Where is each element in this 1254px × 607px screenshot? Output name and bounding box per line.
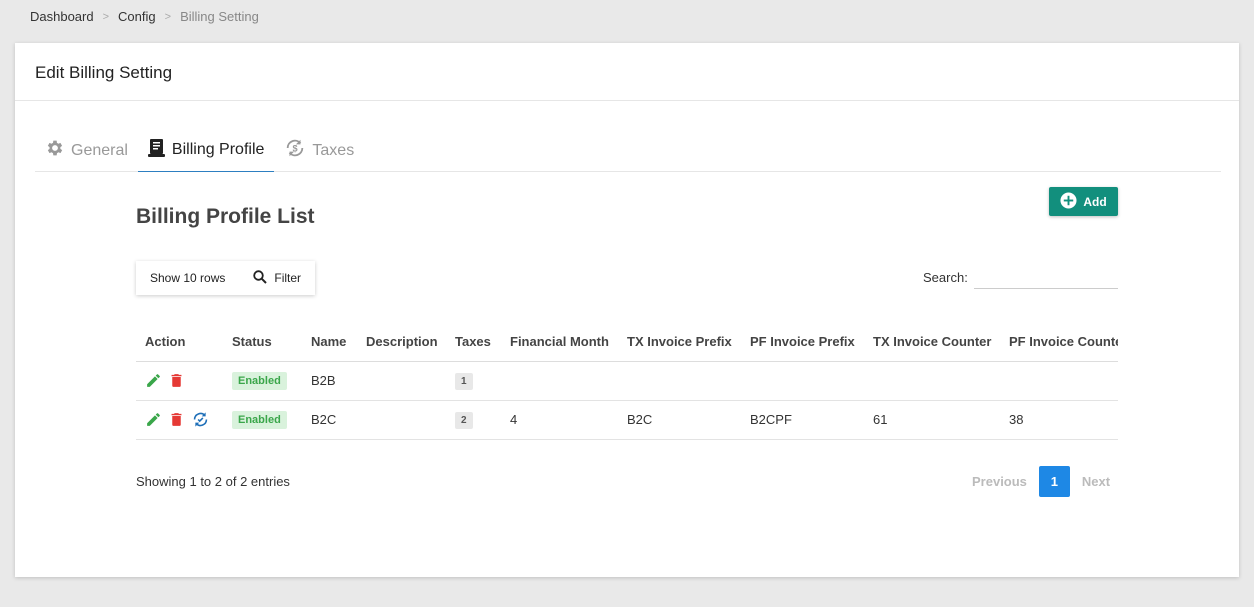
pf-counter-cell: [1000, 361, 1118, 401]
status-cell: Enabled: [223, 400, 302, 440]
tx-prefix-cell: [618, 361, 741, 401]
tx-counter-cell: 61: [864, 400, 1000, 440]
plus-circle-icon: [1060, 191, 1083, 212]
svg-text:$: $: [293, 144, 298, 154]
previous-page-button[interactable]: Previous: [962, 474, 1037, 489]
tab-bar: General Billing Profile $ Taxes: [35, 129, 1221, 172]
column-header[interactable]: TX Invoice Counter: [864, 323, 1000, 362]
next-page-button[interactable]: Next: [1072, 474, 1120, 489]
description-cell: [357, 361, 446, 401]
tab-taxes[interactable]: $ Taxes: [274, 129, 364, 172]
taxes-count-badge: 2: [455, 411, 473, 429]
tab-billing-profile[interactable]: Billing Profile: [137, 129, 275, 172]
pagination: Previous 1 Next: [962, 466, 1120, 497]
refresh-dollar-icon: $: [284, 137, 312, 164]
tx-prefix-cell: B2C: [618, 400, 741, 440]
breadcrumb: Dashboard > Config > Billing Setting: [30, 9, 259, 24]
search-area: Search:: [923, 265, 1118, 289]
description-cell: [357, 400, 446, 440]
add-button-label: Add: [1083, 194, 1107, 209]
table-row: Enabled B2C 2 4 B2C B2CPF 61 38: [136, 400, 1118, 440]
breadcrumb-dashboard[interactable]: Dashboard: [30, 9, 94, 24]
delete-trash-icon[interactable]: [168, 372, 185, 389]
pf-prefix-cell: B2CPF: [741, 400, 864, 440]
add-button[interactable]: Add: [1049, 187, 1118, 216]
list-title: Billing Profile List: [136, 205, 315, 228]
financial-month-cell: [501, 361, 618, 401]
action-cell: [136, 361, 223, 401]
status-cell: Enabled: [223, 361, 302, 401]
financial-month-cell: 4: [501, 400, 618, 440]
breadcrumb-separator: >: [164, 10, 172, 23]
name-cell: B2B: [302, 361, 357, 401]
column-header[interactable]: Financial Month: [501, 323, 618, 362]
gear-icon: [45, 138, 71, 163]
search-label: Search:: [923, 269, 968, 285]
taxes-cell: 2: [446, 400, 501, 440]
column-header[interactable]: PF Invoice Counter: [1000, 323, 1118, 362]
breadcrumb-config[interactable]: Config: [118, 9, 156, 24]
column-header[interactable]: TX Invoice Prefix: [618, 323, 741, 362]
pf-counter-cell: 38: [1000, 400, 1118, 440]
edit-pencil-icon[interactable]: [145, 411, 162, 428]
table-toolbar: Show 10 rows Filter: [136, 261, 316, 295]
status-badge: Enabled: [232, 371, 287, 390]
table-header-row: Action Status Name Description Taxes Fin…: [136, 323, 1118, 362]
page-number-button[interactable]: 1: [1038, 466, 1070, 497]
breadcrumb-separator: >: [102, 10, 110, 23]
filter-label: Filter: [274, 271, 302, 285]
column-header[interactable]: PF Invoice Prefix: [741, 323, 864, 362]
tab-general-label: General: [71, 141, 128, 159]
name-cell: B2C: [302, 400, 357, 440]
action-cell: [136, 400, 223, 440]
search-icon: [253, 269, 274, 287]
taxes-cell: 1: [446, 361, 501, 401]
pf-prefix-cell: [741, 361, 864, 401]
billing-profile-table: Action Status Name Description Taxes Fin…: [136, 323, 1118, 440]
delete-trash-icon[interactable]: [168, 411, 185, 428]
column-header[interactable]: Taxes: [446, 323, 501, 362]
entries-info: Showing 1 to 2 of 2 entries: [136, 474, 290, 489]
column-header[interactable]: Status: [223, 323, 302, 362]
tx-counter-cell: [864, 361, 1000, 401]
tab-billing-profile-label: Billing Profile: [171, 141, 265, 158]
column-header[interactable]: Name: [302, 323, 357, 362]
receipt-icon: [147, 138, 172, 163]
column-header[interactable]: Description: [357, 323, 446, 362]
search-input[interactable]: [973, 265, 1118, 289]
breadcrumb-billing-setting: Billing Setting: [180, 9, 259, 24]
filter-button[interactable]: Filter: [239, 261, 316, 295]
show-rows-button[interactable]: Show 10 rows: [136, 261, 240, 295]
sync-icon[interactable]: [191, 410, 210, 429]
taxes-count-badge: 1: [455, 372, 473, 390]
edit-pencil-icon[interactable]: [145, 372, 162, 389]
tab-general[interactable]: General: [35, 129, 138, 172]
status-badge: Enabled: [232, 410, 287, 429]
tab-taxes-label: Taxes: [312, 141, 355, 159]
card-title: Edit Billing Setting: [15, 43, 1239, 101]
table-row: Enabled B2B 1: [136, 361, 1118, 401]
column-header[interactable]: Action: [136, 323, 223, 362]
edit-billing-card: Edit Billing Setting General Billing Pro…: [15, 43, 1239, 577]
